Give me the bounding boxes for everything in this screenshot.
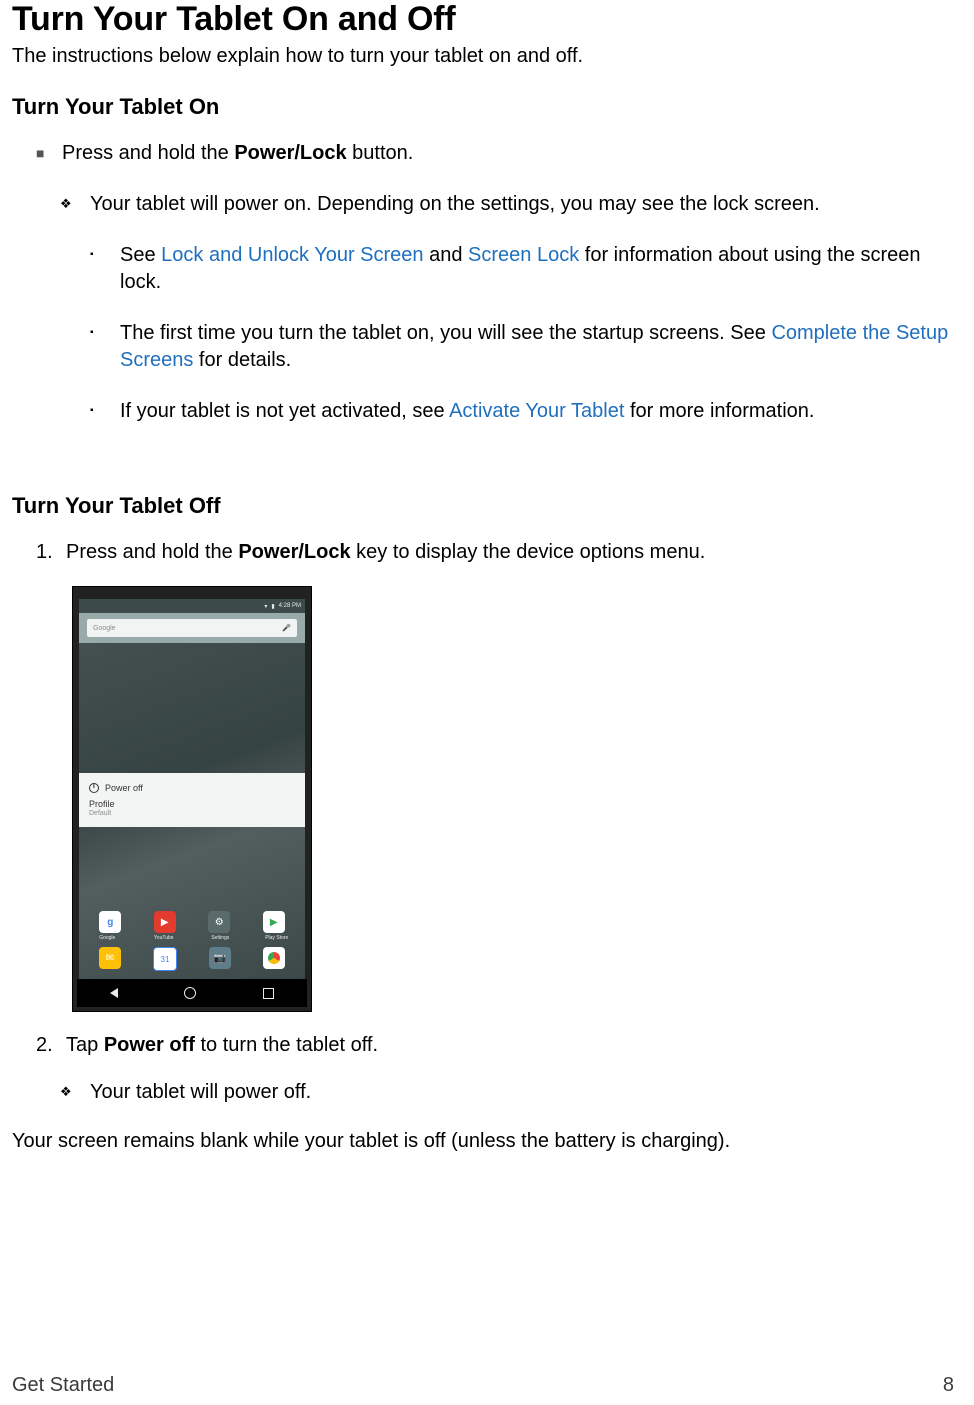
app-icon-calendar: 31: [153, 947, 177, 971]
app-row: g ▶ ⚙ ▶: [79, 905, 305, 935]
bold-text: Power/Lock: [238, 541, 350, 563]
list-text: Press and hold the Power/Lock key to dis…: [66, 539, 954, 566]
page-footer: Get Started 8: [12, 1374, 954, 1397]
search-brand-label: Google: [93, 625, 116, 632]
list-number: 2.: [36, 1032, 66, 1059]
spacer: [12, 449, 954, 493]
text-fragment: key to display the device options menu.: [351, 541, 706, 563]
search-bar: Google 🎤: [87, 619, 297, 637]
small-square-bullet-icon: [90, 398, 120, 425]
link-screen-lock[interactable]: Screen Lock: [468, 244, 579, 266]
app-icon-email: ✉: [99, 947, 121, 969]
section-heading-off: Turn Your Tablet Off: [12, 493, 954, 519]
app-icon-chrome: [263, 947, 285, 969]
list-text: Tap Power off to turn the tablet off.: [66, 1032, 954, 1059]
mic-icon: 🎤: [282, 624, 291, 632]
list-item: The first time you turn the tablet on, y…: [90, 320, 954, 374]
android-nav-bar: [77, 979, 307, 1007]
dialog-profile-sub: Default: [89, 810, 295, 817]
chrome-icon: [268, 952, 280, 964]
list-number: 1.: [36, 539, 66, 566]
text-fragment: button.: [347, 142, 414, 164]
list-item: Your tablet will power off.: [60, 1079, 954, 1106]
text-fragment: If your tablet is not yet activated, see: [120, 400, 449, 422]
home-icon: [184, 987, 196, 999]
text-fragment: for more information.: [624, 400, 814, 422]
app-icon-camera: 📷: [209, 947, 231, 969]
list-text: The first time you turn the tablet on, y…: [120, 320, 954, 374]
app-icon-play-store: ▶: [263, 911, 285, 933]
list-text: If your tablet is not yet activated, see…: [120, 398, 954, 425]
app-row: ✉ 31 📷: [79, 941, 305, 973]
diamond-bullet-icon: [60, 191, 90, 218]
text-fragment: and: [424, 244, 468, 266]
back-icon: [110, 988, 118, 998]
text-fragment: See: [120, 244, 161, 266]
link-activate-your-tablet[interactable]: Activate Your Tablet: [449, 400, 624, 422]
list-item: If your tablet is not yet activated, see…: [90, 398, 954, 425]
small-square-bullet-icon: [90, 242, 120, 296]
diamond-bullet-icon: [60, 1079, 90, 1106]
footer-page-number: 8: [943, 1374, 954, 1397]
list-item: Press and hold the Power/Lock button.: [36, 140, 954, 167]
device-options-dialog: Power off Profile Default: [79, 773, 305, 827]
link-lock-unlock-screen[interactable]: Lock and Unlock Your Screen: [161, 244, 423, 266]
recents-icon: [263, 988, 274, 999]
dialog-option-power-off: Power off: [89, 781, 295, 799]
bold-text: Power/Lock: [234, 142, 346, 164]
page-title: Turn Your Tablet On and Off: [12, 0, 954, 39]
wifi-icon: ▾: [264, 603, 267, 610]
bold-text: Power off: [104, 1034, 195, 1056]
app-icon-google: g: [99, 911, 121, 933]
list-text: Your tablet will power off.: [90, 1079, 954, 1106]
dialog-profile-label: Profile: [89, 799, 295, 809]
tablet-illustration: ▾ ▮ 4:28 PM Google 🎤 Power off Profile: [72, 586, 312, 1012]
tablet-screen: ▾ ▮ 4:28 PM Google 🎤 Power off Profile: [79, 599, 305, 979]
closing-text: Your screen remains blank while your tab…: [12, 1130, 954, 1153]
app-icon-settings: ⚙: [208, 911, 230, 933]
text-fragment: to turn the tablet off.: [195, 1034, 378, 1056]
status-time: 4:28 PM: [279, 603, 301, 609]
list-item: 2. Tap Power off to turn the tablet off.: [36, 1032, 954, 1059]
list-item: See Lock and Unlock Your Screen and Scre…: [90, 242, 954, 296]
app-icon-youtube: ▶: [154, 911, 176, 933]
footer-section: Get Started: [12, 1374, 114, 1397]
dialog-option-profile: Profile Default: [89, 799, 295, 817]
list-text: Your tablet will power on. Depending on …: [90, 191, 954, 218]
document-page: Turn Your Tablet On and Off The instruct…: [0, 0, 974, 1405]
app-dock: g ▶ ⚙ ▶ Google YouTube Settings Play Sto…: [79, 905, 305, 979]
home-wallpaper: Power off Profile Default g ▶ ⚙ ▶: [79, 643, 305, 979]
text-fragment: Press and hold the: [62, 142, 234, 164]
list-text: Press and hold the Power/Lock button.: [62, 140, 954, 167]
section-heading-on: Turn Your Tablet On: [12, 94, 954, 120]
list-item: Your tablet will power on. Depending on …: [60, 191, 954, 218]
text-fragment: for details.: [193, 349, 291, 371]
list-item: 1. Press and hold the Power/Lock key to …: [36, 539, 954, 566]
battery-icon: ▮: [271, 603, 274, 610]
dialog-power-label: Power off: [105, 783, 143, 793]
text-fragment: The first time you turn the tablet on, y…: [120, 322, 771, 344]
status-bar: ▾ ▮ 4:28 PM: [79, 599, 305, 613]
text-fragment: Press and hold the: [66, 541, 238, 563]
square-bullet-icon: [36, 140, 62, 167]
intro-text: The instructions below explain how to tu…: [12, 45, 954, 68]
power-icon: [89, 783, 99, 793]
small-square-bullet-icon: [90, 320, 120, 374]
list-text: See Lock and Unlock Your Screen and Scre…: [120, 242, 954, 296]
text-fragment: Tap: [66, 1034, 104, 1056]
